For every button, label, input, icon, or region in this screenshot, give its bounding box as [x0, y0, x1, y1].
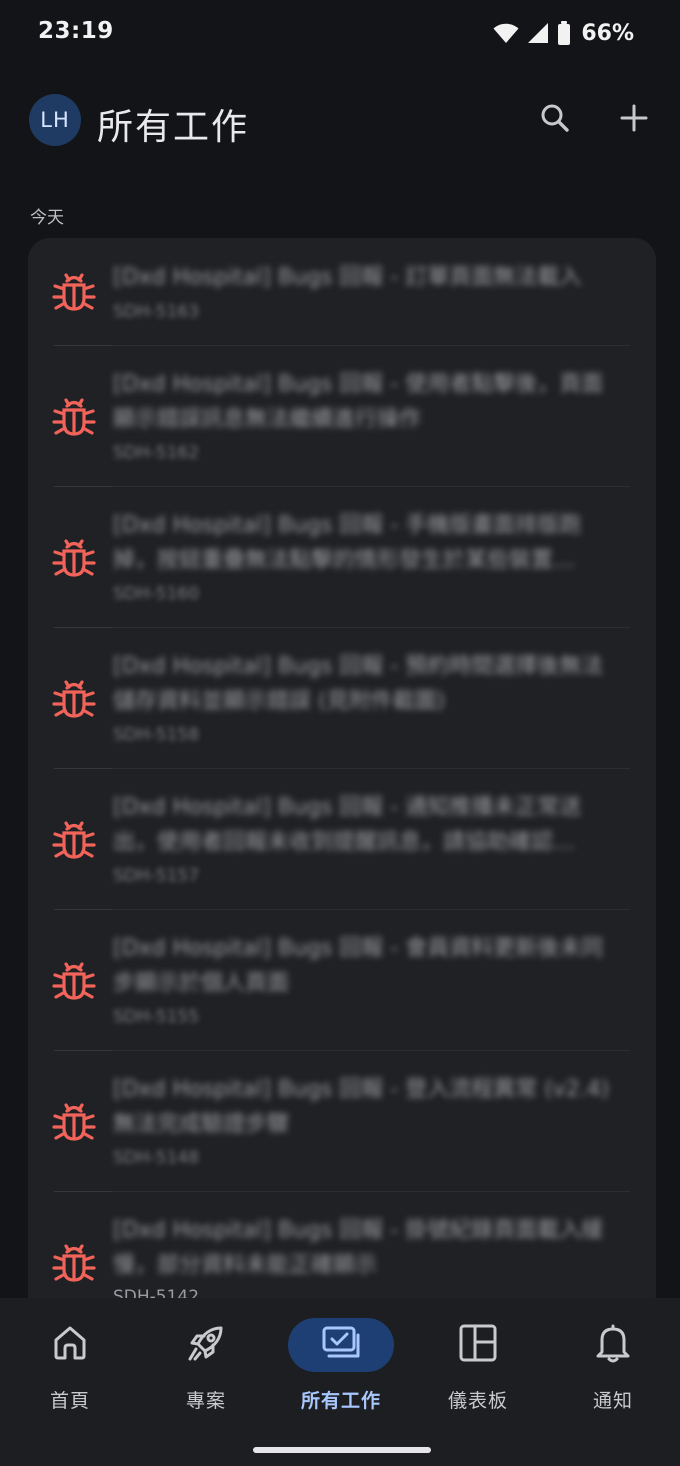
item-title: [Dxd Hospital] Bugs 回報 - 通知推播未正常送出，使用者回報… — [113, 795, 582, 855]
status-time: 23:19 — [38, 18, 114, 44]
divider — [54, 768, 630, 769]
status-icons: 66% — [493, 18, 634, 48]
item-title: [Dxd Hospital] Bugs 回報 - 使用者點擊後，頁面顯示錯誤訊息… — [113, 372, 604, 432]
search-icon — [539, 102, 571, 138]
add-button[interactable] — [614, 100, 654, 140]
tasks-icon — [320, 1325, 362, 1365]
item-key: SDH-5163 — [113, 302, 200, 322]
app-screen: 23:19 66% LH 所有工作 今天 [Dxd Hospital] Bugs… — [0, 0, 680, 1466]
bug-icon — [52, 397, 96, 437]
bug-icon — [52, 820, 96, 860]
item-key: SDH-5160 — [113, 584, 200, 604]
bug-icon — [52, 961, 96, 1001]
nav-item-all-work[interactable]: 所有工作 — [281, 1318, 401, 1418]
item-key: SDH-5155 — [113, 1007, 200, 1027]
nav-item-projects[interactable]: 專案 — [146, 1318, 266, 1418]
list-item[interactable]: [Dxd Hospital] Bugs 回報 - 預約時間選擇後無法儲存資料並顯… — [28, 627, 656, 768]
bug-icon — [52, 1243, 96, 1283]
dashboard-icon — [458, 1323, 498, 1367]
divider — [54, 486, 630, 487]
nav-label: 專案 — [185, 1390, 226, 1412]
active-nav-pill — [288, 1318, 394, 1372]
item-title: [Dxd Hospital] Bugs 回報 - 手機版畫面排版跑掉，按鈕重疊無… — [113, 513, 582, 573]
bug-icon — [52, 538, 96, 578]
battery-icon — [557, 21, 571, 45]
work-item-list: [Dxd Hospital] Bugs 回報 - 訂單頁面無法載入 SDH-51… — [28, 238, 656, 1318]
wifi-icon — [493, 22, 519, 44]
item-key: SDH-5158 — [113, 725, 200, 745]
list-item[interactable]: [Dxd Hospital] Bugs 回報 - 手機版畫面排版跑掉，按鈕重疊無… — [28, 486, 656, 627]
nav-label: 所有工作 — [300, 1390, 381, 1412]
list-item[interactable]: [Dxd Hospital] Bugs 回報 - 使用者點擊後，頁面顯示錯誤訊息… — [28, 345, 656, 486]
status-bar: 23:19 66% — [0, 0, 680, 66]
nav-item-home[interactable]: 首頁 — [10, 1318, 130, 1418]
bell-icon — [594, 1323, 632, 1367]
list-item[interactable]: [Dxd Hospital] Bugs 回報 - 通知推播未正常送出，使用者回報… — [28, 768, 656, 909]
battery-percentage: 66% — [581, 20, 634, 46]
home-icon — [50, 1323, 90, 1367]
item-title: [Dxd Hospital] Bugs 回報 - 登入流程異常 (v2.4) 無… — [113, 1077, 610, 1137]
app-header: LH 所有工作 — [0, 86, 680, 156]
page-title: 所有工作 — [97, 107, 250, 148]
divider — [54, 345, 630, 346]
divider — [54, 1050, 630, 1051]
rocket-icon — [185, 1322, 227, 1368]
list-item[interactable]: [Dxd Hospital] Bugs 回報 - 登入流程異常 (v2.4) 無… — [28, 1050, 656, 1191]
divider — [54, 627, 630, 628]
add-icon — [620, 104, 648, 136]
bug-icon — [52, 679, 96, 719]
nav-item-notifications[interactable]: 通知 — [553, 1318, 673, 1418]
item-key: SDH-5157 — [113, 866, 200, 886]
item-key: SDH-5162 — [113, 443, 200, 463]
nav-label: 首頁 — [49, 1390, 90, 1412]
bug-icon — [52, 272, 96, 312]
nav-label: 儀表板 — [447, 1390, 508, 1412]
search-button[interactable] — [535, 100, 575, 140]
list-item[interactable]: [Dxd Hospital] Bugs 回報 - 會員資料更新後未同步顯示於個人… — [28, 909, 656, 1050]
home-indicator[interactable] — [253, 1447, 431, 1453]
divider — [54, 909, 630, 910]
item-key: SDH-5148 — [113, 1148, 200, 1168]
bottom-navigation: 首頁 專案 所有工作 儀表板 通知 — [0, 1298, 680, 1466]
avatar[interactable]: LH — [29, 94, 81, 146]
bug-icon — [52, 1102, 96, 1142]
cell-signal-icon — [527, 22, 549, 44]
nav-label: 通知 — [592, 1390, 633, 1412]
section-label-today: 今天 — [30, 208, 64, 228]
item-title: [Dxd Hospital] Bugs 回報 - 掛號紀錄頁面載入緩慢，部分資料… — [113, 1218, 604, 1278]
item-title: [Dxd Hospital] Bugs 回報 - 預約時間選擇後無法儲存資料並顯… — [113, 654, 604, 714]
nav-item-dashboard[interactable]: 儀表板 — [418, 1318, 538, 1418]
item-title: [Dxd Hospital] Bugs 回報 - 訂單頁面無法載入 — [113, 265, 582, 290]
item-title: [Dxd Hospital] Bugs 回報 - 會員資料更新後未同步顯示於個人… — [113, 936, 604, 996]
divider — [54, 1191, 630, 1192]
